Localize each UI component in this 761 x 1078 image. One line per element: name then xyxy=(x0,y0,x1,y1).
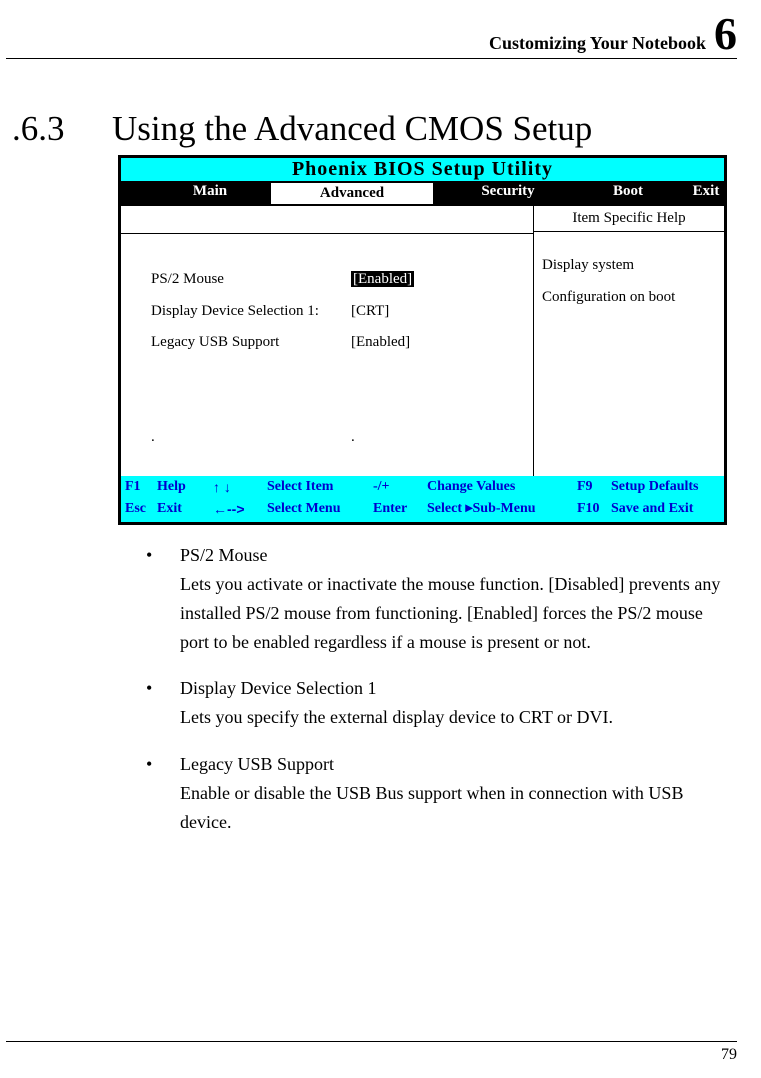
footer-label: Select ▸Sub-Menu xyxy=(427,498,577,520)
option-label: PS/2 Mouse xyxy=(151,264,351,296)
option-row-ps2[interactable]: PS/2 Mouse [Enabled] xyxy=(151,264,521,296)
tab-exit[interactable]: Exit xyxy=(675,181,737,206)
bios-help-pane: Item Specific Help Display system Config… xyxy=(534,206,724,476)
section-number: .6.3 xyxy=(12,109,112,149)
page-footer: 79 xyxy=(6,1041,737,1064)
list-item-heading: Display Device Selection 1 xyxy=(180,674,727,703)
footer-key: F9 xyxy=(577,476,611,498)
option-value: [Enabled] xyxy=(351,327,521,359)
footer-key: -/+ xyxy=(373,476,427,498)
option-row-legacy-usb[interactable]: Legacy USB Support [Enabled] xyxy=(151,327,521,359)
running-header: Customizing Your Notebook 6 xyxy=(6,18,737,59)
help-text-line: Configuration on boot xyxy=(542,282,716,314)
option-label: Display Device Selection 1: xyxy=(151,296,351,328)
bios-tabs: Main Advanced Security Boot Exit xyxy=(121,181,724,206)
bios-options-pane: PS/2 Mouse [Enabled] Display Device Sele… xyxy=(121,206,534,476)
help-header: Item Specific Help xyxy=(534,206,724,232)
footer-label: Help xyxy=(157,476,213,498)
list-item: Display Device Selection 1 Lets you spec… xyxy=(118,674,727,732)
list-item: PS/2 Mouse Lets you activate or inactiva… xyxy=(118,541,727,656)
footer-key: Esc xyxy=(121,498,157,520)
list-item-heading: Legacy USB Support xyxy=(180,750,727,779)
option-value: [CRT] xyxy=(351,296,521,328)
bios-footer-bar: F1 Help ↑ ↓ Select Item -/+ Change Value… xyxy=(121,476,724,523)
list-item-heading: PS/2 Mouse xyxy=(180,541,727,570)
tab-security[interactable]: Security xyxy=(435,181,581,206)
section-heading: .6.3Using the Advanced CMOS Setup xyxy=(12,109,737,149)
list-item: Legacy USB Support Enable or disable the… xyxy=(118,750,727,836)
footer-key: F10 xyxy=(577,498,611,520)
list-item-body: Lets you specify the external display de… xyxy=(180,707,613,727)
footer-label: Save and Exit xyxy=(611,498,724,520)
option-value-selected: [Enabled] xyxy=(351,271,414,287)
footer-arrows-icon: ↑ ↓ xyxy=(213,476,267,498)
footer-label: Change Values xyxy=(427,476,577,498)
bios-title: Phoenix BIOS Setup Utility xyxy=(121,158,724,181)
option-label: Legacy USB Support xyxy=(151,327,351,359)
footer-label: Select Menu xyxy=(267,498,373,520)
header-chapter-number: 6 xyxy=(714,8,737,59)
header-title: Customizing Your Notebook xyxy=(489,33,706,53)
footer-key: Enter xyxy=(373,498,427,520)
footer-label: Setup Defaults xyxy=(611,476,724,498)
help-text-line: Display system xyxy=(542,250,716,282)
footer-label: Exit xyxy=(157,498,213,520)
list-item-body: Enable or disable the USB Bus support wh… xyxy=(180,783,683,832)
description-list: PS/2 Mouse Lets you activate or inactiva… xyxy=(118,541,727,836)
section-title: Using the Advanced CMOS Setup xyxy=(112,109,592,148)
bios-body: PS/2 Mouse [Enabled] Display Device Sele… xyxy=(121,206,724,476)
footer-key: F1 xyxy=(121,476,157,498)
tab-main[interactable]: Main xyxy=(151,181,269,206)
footer-arrows-icon: ←--> xyxy=(213,498,267,520)
list-item-body: Lets you activate or inactivate the mous… xyxy=(180,574,720,652)
tab-spacer xyxy=(121,181,151,206)
footer-label: Select Item xyxy=(267,476,373,498)
tab-boot[interactable]: Boot xyxy=(581,181,675,206)
spacer-dots: .. xyxy=(151,429,521,446)
option-row-display-device[interactable]: Display Device Selection 1: [CRT] xyxy=(151,296,521,328)
page-number: 79 xyxy=(721,1046,737,1063)
tab-advanced[interactable]: Advanced xyxy=(269,181,435,206)
bios-setup-box: Phoenix BIOS Setup Utility Main Advanced… xyxy=(118,155,727,525)
